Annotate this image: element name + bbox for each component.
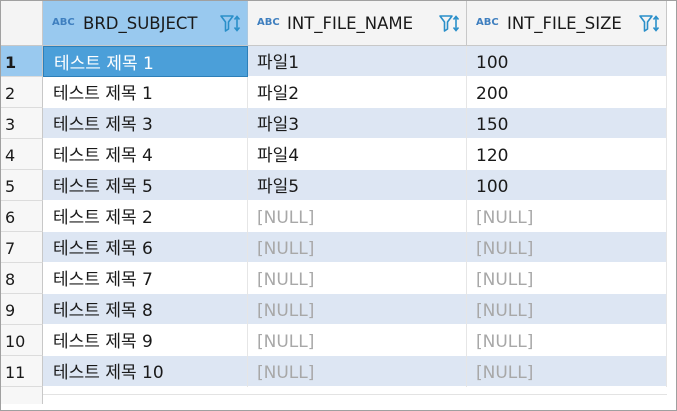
cell-int-file-name[interactable]: [NULL] [248,294,467,325]
column-name: INT_FILE_SIZE [507,14,622,33]
cell-brd-subject[interactable]: 테스트 제목 1 [43,46,248,77]
row-number[interactable]: 10 [1,325,43,356]
cell-int-file-name[interactable]: [NULL] [248,325,467,356]
filter-sort-icon[interactable] [219,13,241,35]
text-type-icon: ABC [52,17,75,28]
row-number[interactable]: 5 [1,170,43,201]
table-row: 테스트 제목 1 파일1 100 [43,46,667,77]
result-grid: ABC BRD_SUBJECT ABC INT_FILE_NAME ABC IN… [0,0,677,411]
table-row: 테스트 제목 9 [NULL] [NULL] [43,325,667,356]
filter-sort-icon[interactable] [638,13,660,35]
table-row: 테스트 제목 1 파일2 200 [43,77,667,108]
cell-brd-subject[interactable]: 테스트 제목 8 [43,294,248,325]
text-type-icon: ABC [476,17,499,28]
cell-brd-subject[interactable]: 테스트 제목 3 [43,108,248,139]
cell-int-file-size[interactable]: [NULL] [467,232,667,263]
cell-int-file-name[interactable]: 파일5 [248,170,467,201]
filter-sort-icon[interactable] [438,13,460,35]
cell-brd-subject[interactable]: 테스트 제목 5 [43,170,248,201]
vertical-scrollbar[interactable] [667,46,676,410]
column-header-int-file-name[interactable]: ABC INT_FILE_NAME [248,1,467,46]
cell-int-file-size[interactable]: [NULL] [467,294,667,325]
text-type-icon: ABC [257,17,280,28]
row-number[interactable]: 8 [1,263,43,294]
horizontal-scrollbar[interactable] [1,404,676,410]
cell-brd-subject[interactable]: 테스트 제목 6 [43,232,248,263]
cell-int-file-size[interactable]: 100 [467,170,667,201]
cell-brd-subject[interactable]: 테스트 제목 10 [43,356,248,387]
table-row: 테스트 제목 3 파일3 150 [43,108,667,139]
cell-int-file-name[interactable]: 파일4 [248,139,467,170]
cell-int-file-name[interactable]: [NULL] [248,201,467,232]
cell-brd-subject[interactable]: 테스트 제목 2 [43,201,248,232]
row-number[interactable]: 1 [1,46,43,77]
row-number[interactable]: 4 [1,139,43,170]
column-name: INT_FILE_NAME [287,14,414,33]
column-name: BRD_SUBJECT [83,14,198,33]
cell-int-file-name[interactable]: 파일2 [248,77,467,108]
table-row: 테스트 제목 5 파일5 100 [43,170,667,201]
cell-int-file-name[interactable]: [NULL] [248,356,467,387]
cell-int-file-name[interactable]: 파일3 [248,108,467,139]
cell-int-file-name[interactable]: [NULL] [248,232,467,263]
cell-int-file-size[interactable]: [NULL] [467,201,667,232]
table-row: 테스트 제목 2 [NULL] [NULL] [43,201,667,232]
row-number[interactable]: 11 [1,356,43,387]
cell-int-file-name[interactable]: [NULL] [248,263,467,294]
table-row: 테스트 제목 7 [NULL] [NULL] [43,263,667,294]
row-number[interactable]: 9 [1,294,43,325]
row-number[interactable]: 7 [1,232,43,263]
table-row: 테스트 제목 4 파일4 120 [43,139,667,170]
cell-int-file-size[interactable]: 200 [467,77,667,108]
column-header-int-file-size[interactable]: ABC INT_FILE_SIZE [467,1,667,46]
grid-corner[interactable] [1,1,43,46]
cell-int-file-size[interactable]: [NULL] [467,356,667,387]
cell-int-file-name[interactable]: 파일1 [248,46,467,77]
cell-brd-subject[interactable]: 테스트 제목 4 [43,139,248,170]
table-row: 테스트 제목 6 [NULL] [NULL] [43,232,667,263]
table-row: 테스트 제목 10 [NULL] [NULL] [43,356,667,387]
cell-int-file-size[interactable]: [NULL] [467,325,667,356]
cell-brd-subject[interactable]: 테스트 제목 9 [43,325,248,356]
table-row: 테스트 제목 8 [NULL] [NULL] [43,294,667,325]
row-number[interactable]: 3 [1,108,43,139]
cell-int-file-size[interactable]: 150 [467,108,667,139]
cell-brd-subject[interactable]: 테스트 제목 7 [43,263,248,294]
row-number[interactable]: 6 [1,201,43,232]
grid-divider [43,394,667,395]
cell-int-file-size[interactable]: 120 [467,139,667,170]
cell-brd-subject[interactable]: 테스트 제목 1 [43,77,248,108]
row-number[interactable]: 2 [1,77,43,108]
cell-int-file-size[interactable]: 100 [467,46,667,77]
cell-int-file-size[interactable]: [NULL] [467,263,667,294]
column-header-brd-subject[interactable]: ABC BRD_SUBJECT [43,1,248,46]
